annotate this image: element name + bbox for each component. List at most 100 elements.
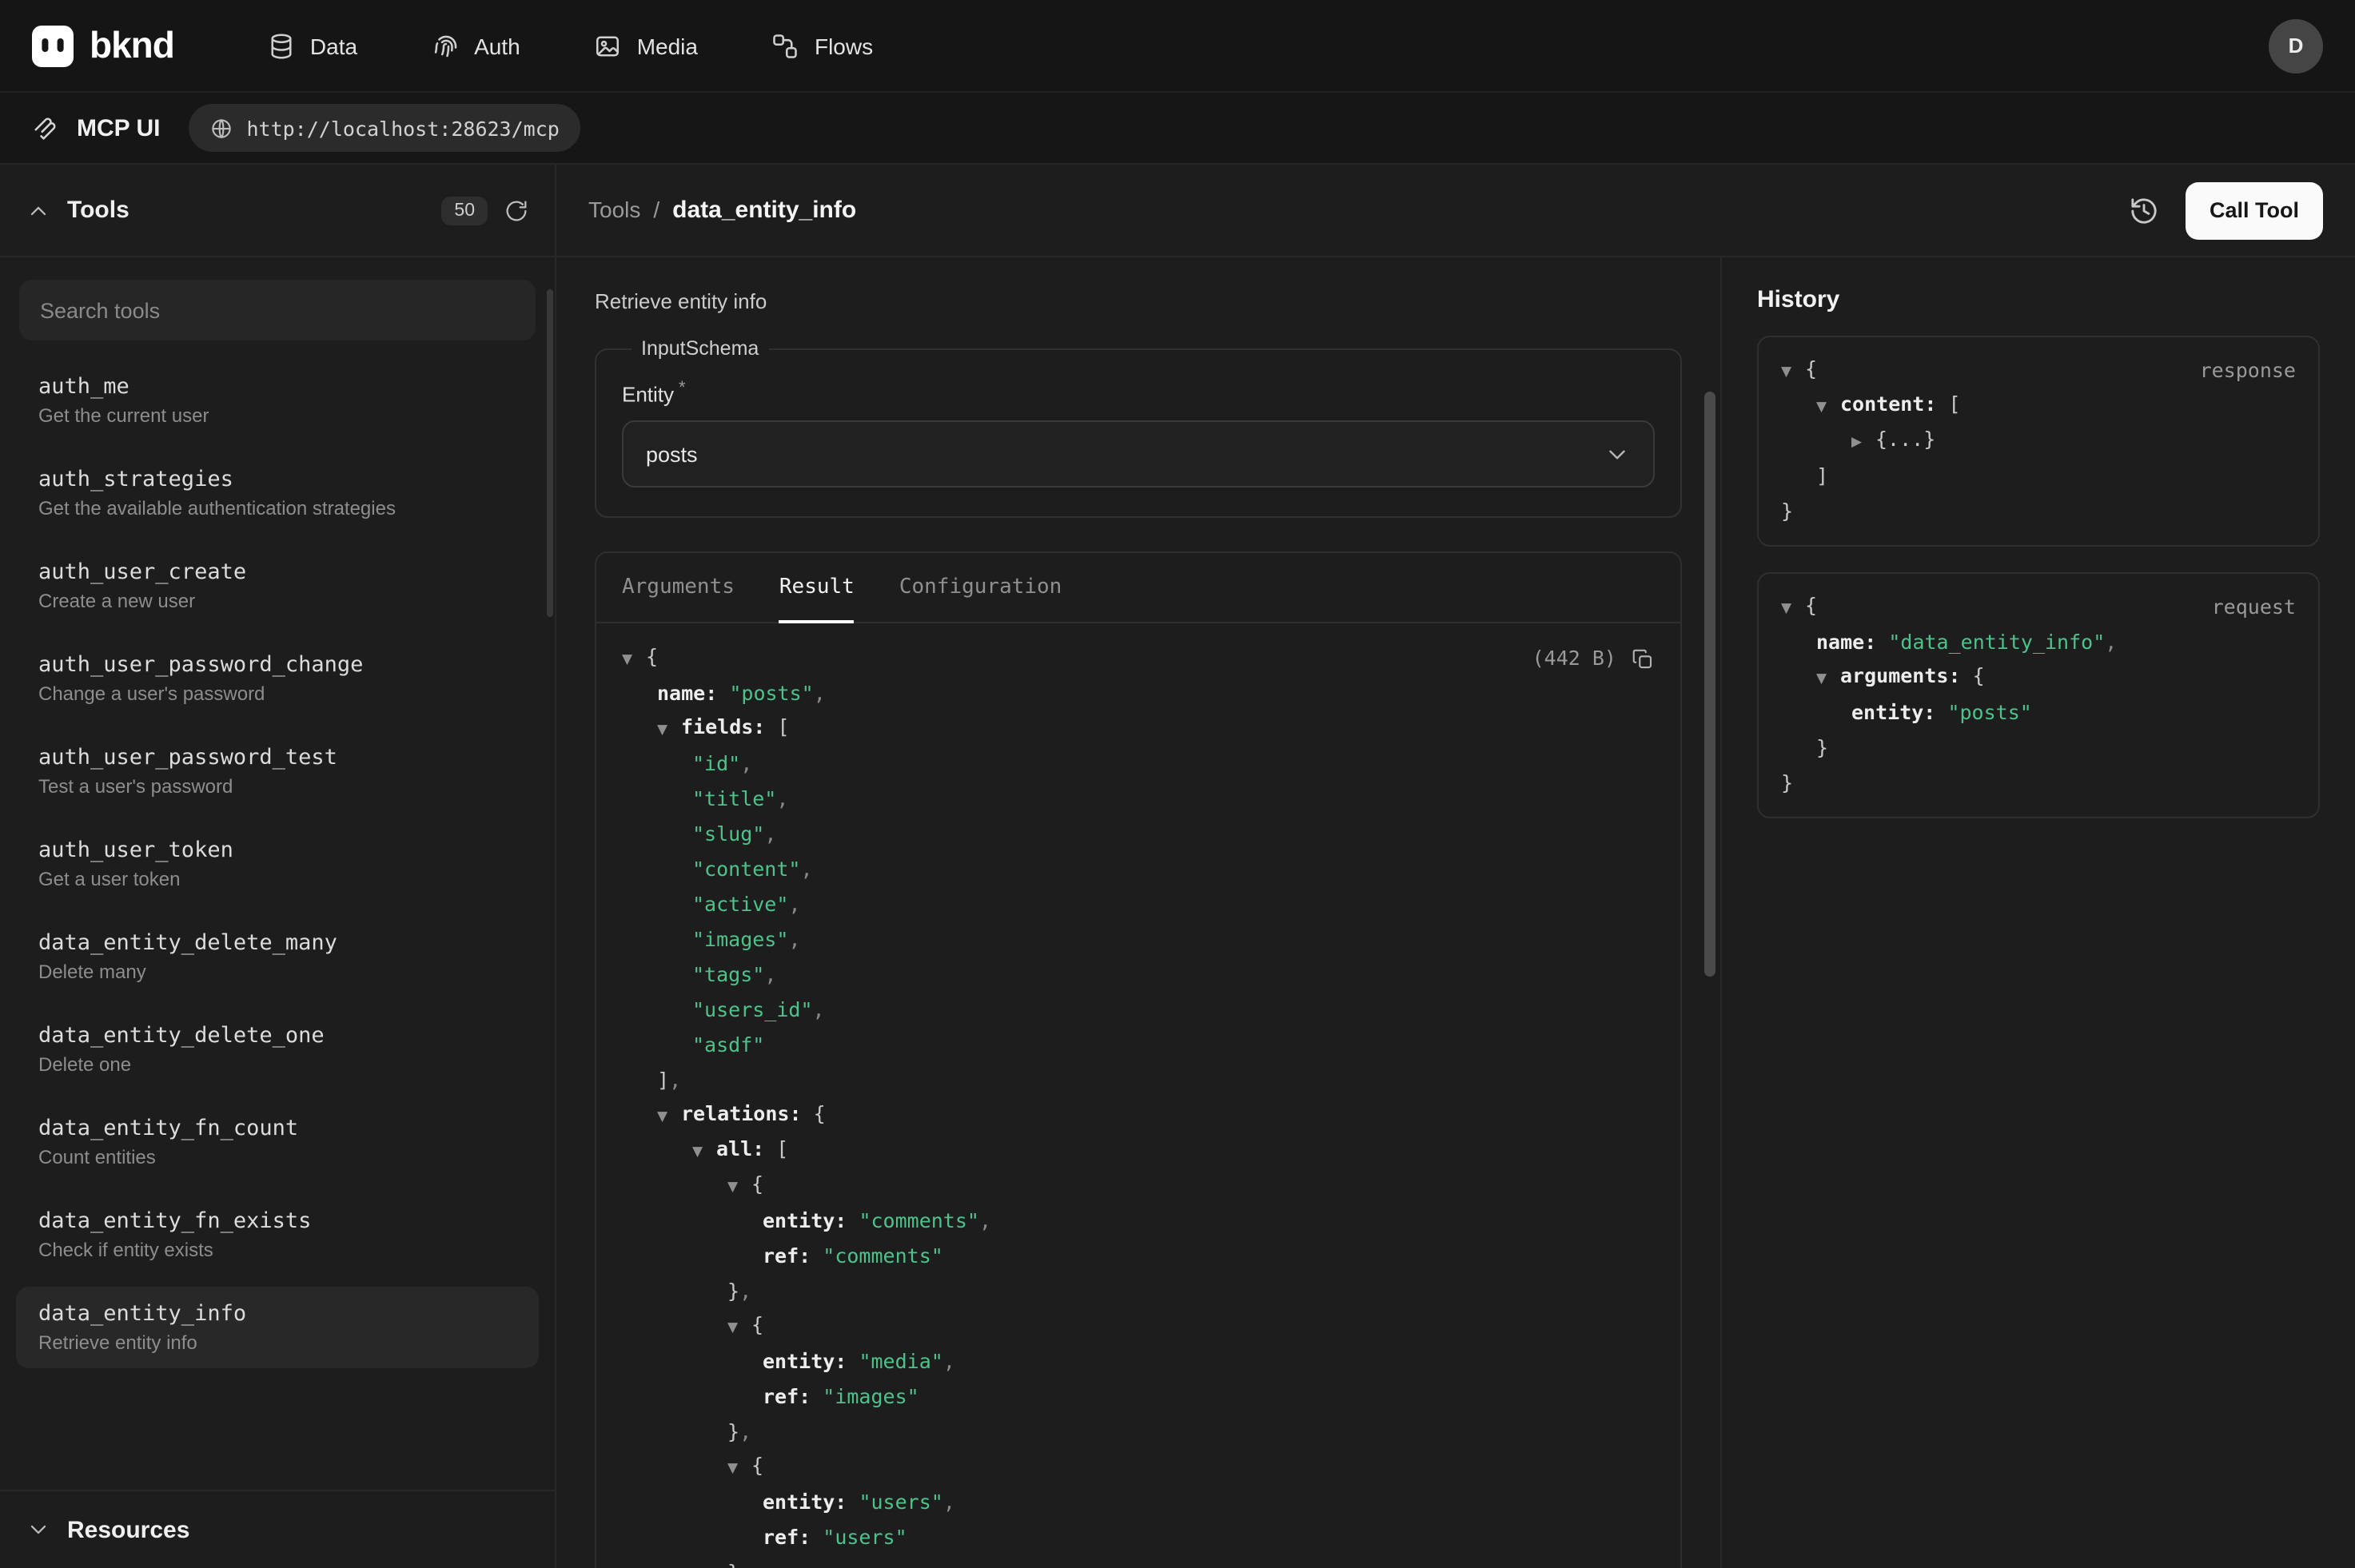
nav-item-label: Auth (474, 33, 520, 58)
database-icon (267, 31, 296, 60)
sidebar-tool-auth_user_password_test[interactable]: auth_user_password_test Test a user's pas… (16, 730, 539, 812)
result-box: ArgumentsResultConfiguration ▼{(442 B)na… (595, 552, 1682, 1568)
json-line: "users_id", (622, 993, 1655, 1029)
required-mark: * (679, 379, 686, 398)
expand-caret-icon[interactable]: ▼ (622, 643, 646, 679)
json-line: "title", (622, 782, 1655, 818)
collapse-tools-icon[interactable] (26, 197, 51, 223)
tool-description: Create a new user (38, 590, 516, 612)
mcp-title: MCP UI (77, 114, 160, 141)
refresh-tools-button[interactable] (504, 197, 529, 223)
tool-header: Tools / data_entity_info Call Tool (556, 165, 2355, 257)
tool-name: auth_user_create (38, 559, 516, 585)
tool-list: auth_meGet the current user auth_strategi… (0, 350, 555, 1490)
expand-caret-icon[interactable]: ▼ (1781, 355, 1805, 390)
sidebar-scrollbar[interactable] (547, 289, 553, 617)
user-avatar[interactable]: D (2269, 18, 2323, 73)
tool-name: auth_user_password_test (38, 745, 516, 770)
main-scrollbar[interactable] (1704, 392, 1715, 977)
nav-item-label: Data (310, 33, 357, 58)
tool-name: data_entity_info (38, 1301, 516, 1327)
history-entry-request[interactable]: ▼{requestname: "data_entity_info",▼argum… (1757, 572, 2320, 818)
json-line: ▼{ (622, 1451, 1655, 1486)
json-line: entity: "media", (622, 1345, 1655, 1380)
mcp-icon (30, 113, 59, 142)
expand-caret-icon[interactable]: ▼ (1816, 390, 1840, 425)
nav-item-auth[interactable]: Auth (431, 31, 520, 60)
copy-button[interactable] (1631, 647, 1655, 671)
breadcrumb-separator: / (653, 197, 659, 222)
mcp-url-pill[interactable]: http://localhost:28623/mcp (189, 104, 580, 152)
expand-caret-icon[interactable]: ▼ (1781, 591, 1805, 627)
history-panel: History ▼{response▼content: [▶{...}]} ▼{… (1720, 257, 2355, 1568)
expand-caret-icon[interactable]: ▼ (727, 1171, 751, 1206)
expand-caret-icon[interactable]: ▼ (657, 714, 681, 749)
tab-configuration[interactable]: Configuration (877, 554, 1085, 623)
json-line: ▼fields: [ (622, 712, 1655, 747)
tool-name: auth_strategies (38, 467, 516, 492)
resources-section-header[interactable]: Resources (0, 1490, 555, 1568)
json-line: ▼all: [ (622, 1134, 1655, 1169)
history-button[interactable] (2128, 194, 2160, 226)
resources-title: Resources (67, 1516, 189, 1543)
json-line: } (1781, 730, 2296, 766)
tool-name: auth_user_token (38, 838, 516, 863)
history-entry-type: request (2212, 590, 2296, 625)
tool-region: Tools / data_entity_info Call Tool Retri… (556, 165, 2355, 1568)
tool-description: Retrieve entity info (38, 1331, 516, 1354)
history-entry-response[interactable]: ▼{response▼content: [▶{...}]} (1757, 336, 2320, 547)
sidebar-tool-data_entity_info[interactable]: data_entity_info Retrieve entity info (16, 1287, 539, 1368)
brand-name: bknd (90, 24, 174, 67)
json-line: ▶{...} (1781, 424, 2296, 459)
json-line: "active", (622, 888, 1655, 923)
nav-item-data[interactable]: Data (267, 31, 357, 60)
search-tools-input[interactable] (19, 280, 536, 340)
json-line: "images", (622, 923, 1655, 958)
tools-title: Tools (67, 197, 130, 224)
expand-caret-icon[interactable]: ▶ (1851, 425, 1875, 460)
sidebar-tool-data_entity_delete_many[interactable]: data_entity_delete_manyDelete many (16, 916, 539, 997)
json-line: ▼arguments: { (1781, 660, 2296, 695)
breadcrumb-root[interactable]: Tools (588, 197, 640, 222)
json-line: ref: "users" (622, 1521, 1655, 1556)
result-size-badge: (442 B) (1532, 642, 1616, 677)
chevron-down-icon (26, 1517, 51, 1542)
sidebar-tool-auth_user_token[interactable]: auth_user_tokenGet a user token (16, 823, 539, 905)
sidebar-tool-data_entity_fn_exists[interactable]: data_entity_fn_existsCheck if entity exi… (16, 1194, 539, 1275)
tool-name: data_entity_fn_count (38, 1116, 516, 1141)
tab-result[interactable]: Result (757, 554, 877, 623)
json-line: ▼{ (622, 1310, 1655, 1345)
entity-field-label: Entity* (622, 379, 1655, 407)
json-line: ▼{(442 B) (622, 642, 1655, 677)
expand-caret-icon[interactable]: ▼ (657, 1100, 681, 1136)
sidebar-tool-auth_user_create[interactable]: auth_user_create Create a new user (16, 545, 539, 627)
json-line: ref: "comments" (622, 1240, 1655, 1275)
entity-select[interactable]: posts (622, 421, 1655, 488)
top-navbar: bknd Data Auth Media Flows D (0, 0, 2355, 93)
sidebar-tool-data_entity_delete_one[interactable]: data_entity_delete_oneDelete one (16, 1009, 539, 1090)
expand-caret-icon[interactable]: ▼ (727, 1452, 751, 1487)
tool-description: Test a user's password (38, 775, 516, 798)
brand[interactable]: bknd (32, 24, 174, 67)
image-icon (594, 31, 623, 60)
sidebar-tool-auth_strategies[interactable]: auth_strategiesGet the available authent… (16, 452, 539, 534)
tool-description: Count entities (38, 1146, 516, 1168)
tool-description: Retrieve entity info (595, 289, 1682, 313)
call-tool-button[interactable]: Call Tool (2186, 181, 2323, 239)
expand-caret-icon[interactable]: ▼ (692, 1136, 716, 1171)
sidebar-tool-data_entity_fn_count[interactable]: data_entity_fn_count Count entities (16, 1101, 539, 1183)
json-line: "slug", (622, 818, 1655, 853)
sidebar-tool-auth_user_password_change[interactable]: auth_user_password_changeChange a user's… (16, 638, 539, 719)
tool-name: data_entity_delete_one (38, 1023, 516, 1049)
tool-name: data_entity_fn_exists (38, 1208, 516, 1234)
app-root: bknd Data Auth Media Flows D MCP UI http://… (0, 0, 2355, 1568)
json-line: ▼{request (1781, 590, 2296, 625)
nav-item-flows[interactable]: Flows (771, 31, 873, 60)
workflow-icon (771, 31, 800, 60)
sidebar-tool-auth_me[interactable]: auth_meGet the current user (16, 360, 539, 441)
tab-arguments[interactable]: Arguments (600, 554, 757, 623)
mcp-url: http://localhost:28623/mcp (246, 116, 559, 140)
expand-caret-icon[interactable]: ▼ (1816, 662, 1840, 697)
expand-caret-icon[interactable]: ▼ (727, 1311, 751, 1347)
nav-item-media[interactable]: Media (594, 31, 698, 60)
